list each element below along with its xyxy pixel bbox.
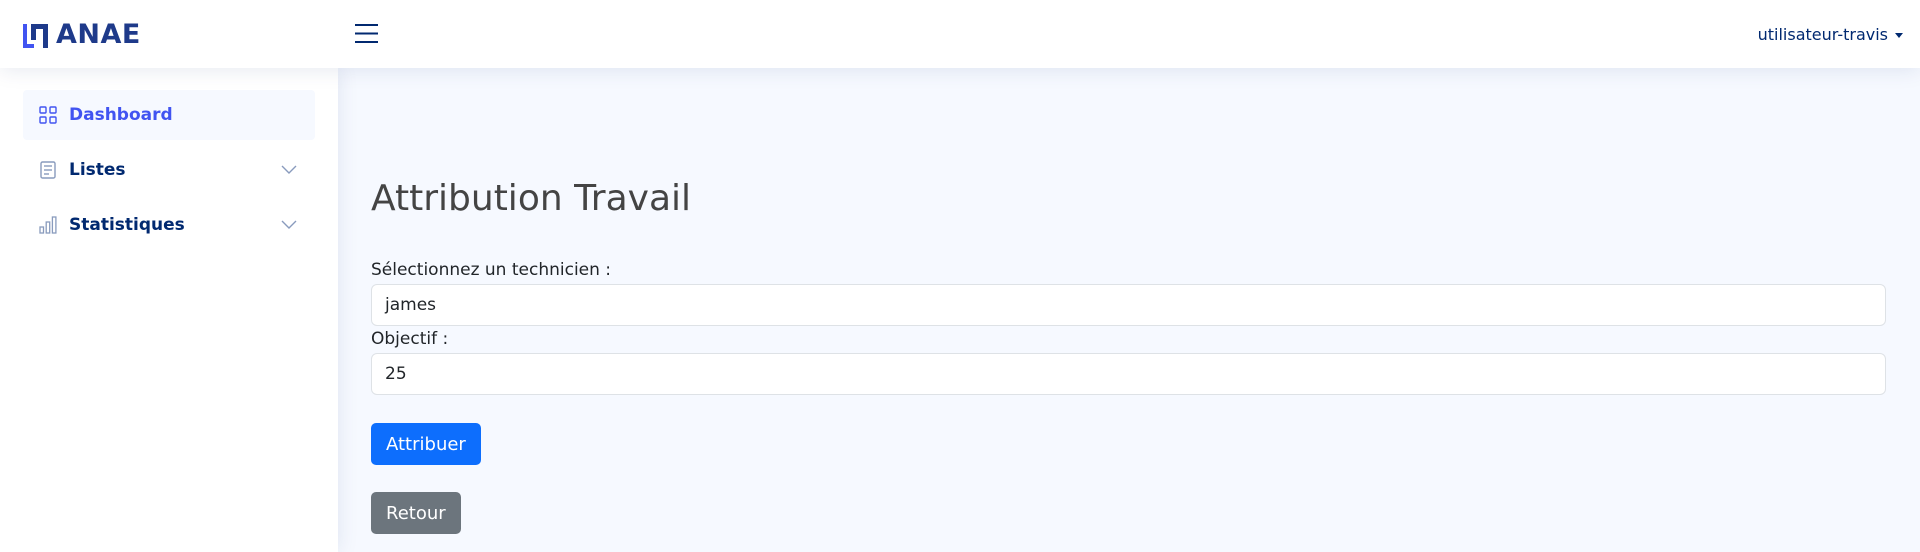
bar-chart-icon (39, 216, 57, 234)
sidebar-item-listes[interactable]: Listes (23, 145, 315, 195)
objective-value: 25 (385, 364, 407, 384)
retour-button[interactable]: Retour (371, 492, 461, 534)
grid-icon (39, 106, 57, 124)
sidebar-item-label: Statistiques (69, 215, 185, 235)
hamburger-icon[interactable] (353, 20, 380, 47)
user-name: utilisateur-travis (1757, 24, 1888, 44)
chevron-down-icon (281, 165, 297, 174)
sidebar-item-dashboard[interactable]: Dashboard (23, 90, 315, 140)
technician-value: james (385, 295, 437, 315)
sidebar-item-label: Dashboard (69, 105, 173, 125)
sidebar: Dashboard Listes Statistiques (0, 68, 338, 552)
objective-input[interactable]: 25 (371, 353, 1886, 395)
user-dropdown[interactable]: utilisateur-travis (1758, 23, 1903, 45)
sidebar-item-label: Listes (69, 160, 126, 180)
brand-name: ANAE (56, 18, 141, 50)
technician-label: Sélectionnez un technicien : (371, 260, 612, 280)
list-icon (40, 161, 56, 179)
technician-select[interactable]: james (371, 284, 1886, 326)
caret-down-icon (1895, 32, 1903, 38)
top-header: ANAE utilisateur-travis (0, 0, 1920, 68)
logo-mark-icon (23, 23, 48, 48)
objective-label: Objectif : (371, 329, 449, 349)
sidebar-item-statistiques[interactable]: Statistiques (23, 200, 315, 250)
brand-logo[interactable]: ANAE (22, 18, 141, 50)
chevron-down-icon (281, 220, 297, 229)
page-title: Attribution Travail (371, 178, 692, 219)
main-content: Attribution Travail Sélectionnez un tech… (338, 68, 1920, 552)
attribuer-button[interactable]: Attribuer (371, 423, 481, 465)
